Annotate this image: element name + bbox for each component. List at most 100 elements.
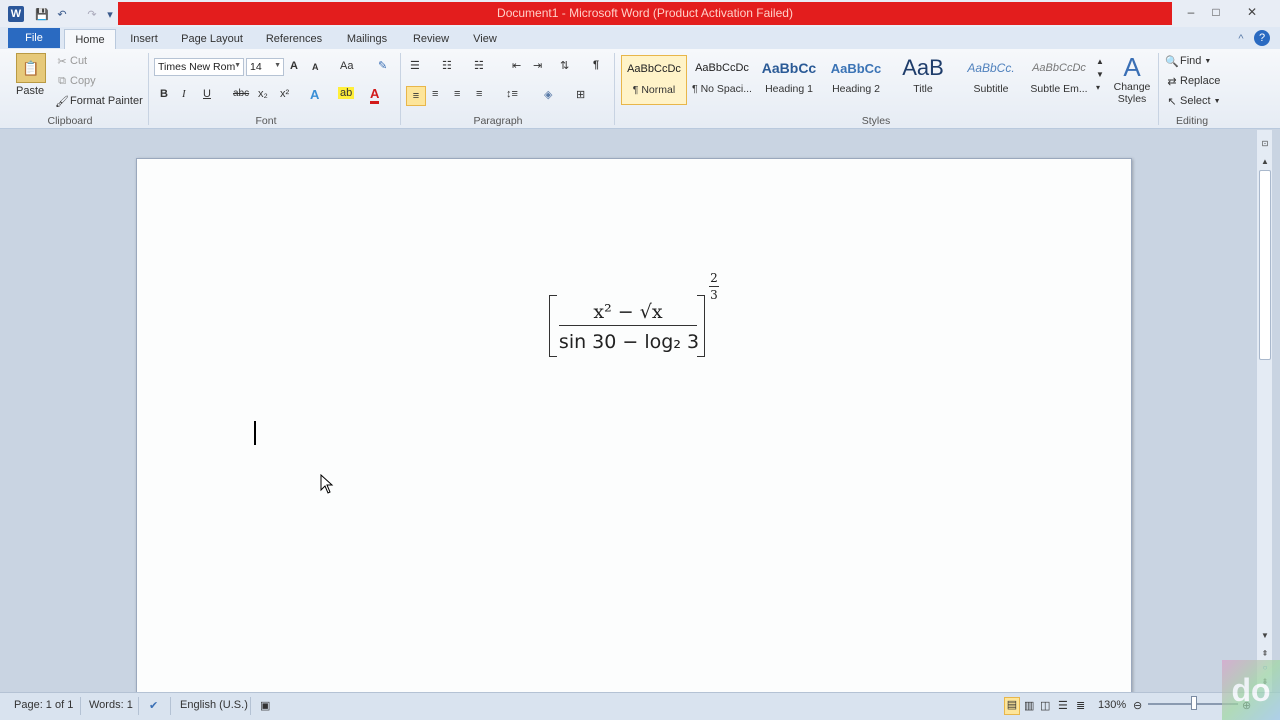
grow-font-button[interactable]: A [290,60,298,72]
print-layout-view-icon[interactable]: ▤ [1004,697,1020,715]
scrollbar-thumb[interactable] [1259,170,1271,360]
align-left-icon[interactable]: ≡ [406,86,426,106]
style-heading-2[interactable]: AaBbCc Heading 2 [823,55,889,105]
font-name-select[interactable]: Times New Rom ▼ [154,58,244,76]
style-sample: AaBbCc. [967,61,1015,75]
bullets-icon[interactable]: ☰ [410,59,420,72]
styles-scroll-icon[interactable]: ▲ ▼ ▾ [1096,55,1104,94]
outline-view-icon[interactable]: ☰ [1058,699,1068,712]
full-screen-reading-icon[interactable]: ▥ [1024,699,1034,712]
minimize-ribbon-icon[interactable]: ^ [1234,29,1248,49]
style-normal[interactable]: AaBbCcDc ¶ Normal [621,55,687,105]
tab-view[interactable]: View [466,29,504,49]
language[interactable]: English (U.S.) [180,699,248,711]
draft-view-icon[interactable]: ≣ [1076,699,1085,712]
multilevel-list-icon[interactable]: ☵ [474,59,484,72]
style-title[interactable]: AaB Title [890,55,956,105]
maximize-button[interactable]: □ [1205,3,1227,21]
line-spacing-icon[interactable]: ↕≡ [506,88,518,100]
decrease-indent-icon[interactable]: ⇤ [512,59,521,72]
show-marks-button[interactable]: ¶ [593,59,599,71]
increase-indent-icon[interactable]: ⇥ [533,59,542,72]
zoom-out-icon[interactable]: ⊖ [1133,699,1142,712]
font-size-select[interactable]: 14 ▼ [246,58,284,76]
style-name: ¶ No Spaci... [692,83,752,95]
window-title: Document1 - Microsoft Word (Product Acti… [497,6,793,20]
right-bracket [697,295,705,357]
close-button[interactable]: ✕ [1238,3,1266,21]
web-layout-icon[interactable]: ◫ [1040,699,1050,712]
exponent-numerator: 2 [710,271,718,285]
tab-review[interactable]: Review [406,29,456,49]
ruler-toggle-icon[interactable]: ⊡ [1257,136,1273,150]
equation[interactable]: x² − √x sin 30 − log₂ 3 2 3 [549,271,729,359]
highlight-icon[interactable]: ab [338,87,355,99]
shading-icon[interactable]: ◈ [544,88,552,101]
equation-exponent: 2 3 [707,271,721,302]
numbering-icon[interactable]: ☷ [442,59,452,72]
tab-page-layout[interactable]: Page Layout [176,29,248,49]
change-styles-label: Change Styles [1113,81,1151,105]
copy-button[interactable]: ⧉ Copy [54,73,96,89]
justify-icon[interactable]: ≡ [476,88,482,100]
italic-button[interactable]: I [182,88,186,100]
tab-file[interactable]: File [8,28,60,48]
vertical-scrollbar[interactable]: ⊡ ▲ ▼ ⇞ ○ ⇟ [1256,130,1272,692]
zoom-level[interactable]: 130% [1098,699,1126,711]
underline-button[interactable]: U [203,88,211,100]
divider [80,697,81,715]
proofing-icon[interactable]: ✔ [149,699,158,712]
previous-page-icon[interactable]: ⇞ [1257,646,1273,660]
divider [250,697,251,715]
scroll-down-icon[interactable]: ▼ [1257,628,1273,642]
replace-label: Replace [1180,75,1221,87]
tab-references[interactable]: References [260,29,328,49]
document-page[interactable]: x² − √x sin 30 − log₂ 3 2 3 [136,158,1132,698]
page-count[interactable]: Page: 1 of 1 [14,699,73,711]
style-no-spacing[interactable]: AaBbCcDc ¶ No Spaci... [689,55,755,105]
zoom-slider-thumb[interactable] [1191,696,1197,710]
align-right-icon[interactable]: ≡ [454,88,460,100]
font-color-button[interactable]: A [370,86,380,104]
undo-icon[interactable]: ↶ [54,6,70,22]
select-cursor-icon: ↖ [1167,95,1177,108]
minimize-button[interactable]: – [1180,3,1202,21]
macro-recording-icon[interactable]: ▣ [260,699,270,712]
select-button[interactable]: ↖ Select ▼ [1164,93,1220,109]
word-count[interactable]: Words: 1 [89,699,133,711]
text-effects-icon[interactable]: A [310,87,319,102]
redo-icon[interactable]: ↷ [84,6,100,22]
style-heading-1[interactable]: AaBbCc Heading 1 [756,55,822,105]
tab-home[interactable]: Home [64,29,116,49]
style-subtle-emphasis[interactable]: AaBbCcDc Subtle Em... [1026,55,1092,105]
format-painter-label: Format Painter [70,95,143,107]
strikethrough-button[interactable]: abc [233,88,249,99]
find-button[interactable]: 🔍 Find ▼ [1164,53,1211,69]
customize-qat-icon[interactable]: ▾ [104,6,116,22]
paste-icon[interactable]: 📋 [16,53,46,83]
select-label: Select [1180,95,1211,107]
sort-icon[interactable]: ⇅ [560,59,569,72]
save-icon[interactable]: 💾 [34,6,50,22]
subscript-button[interactable]: x₂ [258,88,268,100]
replace-button[interactable]: ⇄ Replace [1164,73,1220,89]
cut-button[interactable]: ✂ Cut [54,53,87,69]
change-case-button[interactable]: Aa [340,60,353,72]
copy-label: Copy [70,75,96,87]
change-styles-button[interactable]: A Change Styles [1112,53,1152,113]
align-center-icon[interactable]: ≡ [432,88,438,100]
tab-mailings[interactable]: Mailings [338,29,396,49]
clear-formatting-icon[interactable]: ✎ [378,59,387,72]
tab-insert[interactable]: Insert [122,29,166,49]
divider [400,53,401,125]
format-painter-button[interactable]: 🖌 Format Painter [54,93,143,109]
help-icon[interactable]: ? [1254,30,1270,46]
paste-button[interactable]: Paste [16,85,44,97]
superscript-button[interactable]: x² [280,88,289,100]
borders-icon[interactable]: ⊞ [576,88,585,101]
style-subtitle[interactable]: AaBbCc. Subtitle [958,55,1024,105]
word-app-icon[interactable]: W [8,6,24,22]
scroll-up-icon[interactable]: ▲ [1257,154,1273,168]
shrink-font-button[interactable]: A [312,62,319,72]
bold-button[interactable]: B [160,88,168,100]
